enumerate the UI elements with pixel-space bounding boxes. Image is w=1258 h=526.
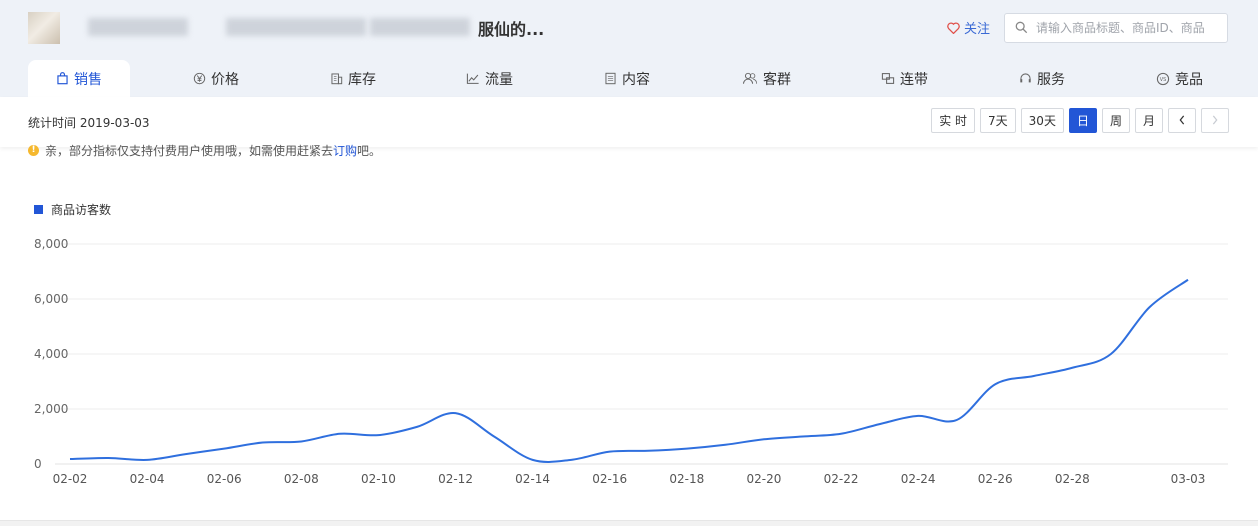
headset-icon xyxy=(1019,72,1032,85)
link-boxes-icon xyxy=(881,72,895,85)
time-toolbar: 统计时间 2019-03-03 实 时 7天 30天 日 周 月 xyxy=(0,97,1258,147)
next-date-button[interactable] xyxy=(1201,108,1229,133)
product-thumbnail[interactable] xyxy=(28,12,60,44)
tab-customers[interactable]: 客群 xyxy=(742,60,791,97)
30-day-button[interactable]: 30天 xyxy=(1020,108,1064,133)
prev-date-button[interactable] xyxy=(1168,108,1196,133)
tab-related[interactable]: 连带 xyxy=(881,60,928,97)
x-tick-label: 02-10 xyxy=(361,472,396,486)
tab-price[interactable]: 价格 xyxy=(193,60,239,97)
tab-competitors[interactable]: VS 竞品 xyxy=(1156,60,1203,97)
y-tick-label: 8,000 xyxy=(34,237,68,251)
x-tick-label: 02-20 xyxy=(746,472,781,486)
x-tick-label: 02-12 xyxy=(438,472,473,486)
blurred-title-segment xyxy=(370,18,470,36)
subscribe-link[interactable]: 订购 xyxy=(333,144,357,158)
line-chart-icon xyxy=(466,72,480,85)
x-tick-label: 02-06 xyxy=(207,472,242,486)
legend-label: 商品访客数 xyxy=(51,202,111,217)
notice-message: 亲，部分指标仅支持付费用户使用哦，如需使用赶紧去 xyxy=(45,143,334,158)
day-button[interactable]: 日 xyxy=(1068,108,1097,133)
legend-swatch xyxy=(34,205,43,214)
y-tick-label: 0 xyxy=(34,457,42,471)
tab-label: 库存 xyxy=(348,71,376,88)
follow-button[interactable]: 关注 xyxy=(947,18,990,37)
x-tick-label: 03-03 xyxy=(1171,472,1206,486)
tab-inventory[interactable]: 库存 xyxy=(330,60,376,97)
x-tick-label: 02-02 xyxy=(53,472,88,486)
tab-label: 连带 xyxy=(900,71,928,88)
x-tick-label: 02-24 xyxy=(901,472,936,486)
tab-bar: 销售 价格 库存 流量 内容 客群 连带 服务 VS 竞品 xyxy=(0,60,1258,97)
y-tick-label: 4,000 xyxy=(34,347,68,361)
x-tick-label: 02-08 xyxy=(284,472,319,486)
week-button[interactable]: 周 xyxy=(1101,108,1130,133)
tab-sales[interactable]: 销售 xyxy=(28,60,130,97)
heart-icon xyxy=(947,21,960,34)
svg-text:VS: VS xyxy=(1160,77,1166,83)
vs-icon: VS xyxy=(1156,72,1170,86)
warning-icon: ! xyxy=(28,144,39,156)
follow-label: 关注 xyxy=(964,22,991,37)
x-tick-label: 02-16 xyxy=(592,472,627,486)
users-icon xyxy=(742,72,758,85)
tab-service[interactable]: 服务 xyxy=(1019,60,1065,97)
chevron-right-icon xyxy=(1211,114,1219,128)
tab-label: 竞品 xyxy=(1175,71,1203,88)
blurred-title-segment xyxy=(226,18,366,36)
tab-content[interactable]: 内容 xyxy=(604,60,650,97)
visitor-line-chart: 商品访客数 0 2,000 4,000 6,000 8,000 02-02 02-04 02-0… xyxy=(34,202,1228,486)
tab-traffic[interactable]: 流量 xyxy=(466,60,513,97)
7-day-button[interactable]: 7天 xyxy=(980,108,1016,133)
x-tick-label: 02-22 xyxy=(824,472,859,486)
month-button[interactable]: 月 xyxy=(1134,108,1163,133)
chevron-left-icon xyxy=(1178,114,1186,128)
realtime-button[interactable]: 实 时 xyxy=(931,108,976,133)
x-tick-label: 02-26 xyxy=(978,472,1013,486)
building-icon xyxy=(330,72,343,85)
product-header: 服仙的... 关注 销售 价格 库存 xyxy=(0,0,1258,97)
tab-label: 流量 xyxy=(485,71,513,88)
blurred-title-segment xyxy=(88,18,188,36)
search-icon xyxy=(1015,19,1028,38)
product-title: 服仙的... xyxy=(478,20,545,39)
tab-label: 内容 xyxy=(622,71,650,88)
stat-time-label: 统计时间 2019-03-03 xyxy=(28,116,150,130)
search-input[interactable] xyxy=(1036,21,1216,35)
time-range-buttons: 实 时 7天 30天 日 周 月 xyxy=(931,108,1229,133)
tab-label: 客群 xyxy=(763,71,791,88)
page-bottom-divider xyxy=(0,520,1258,526)
x-tick-label: 02-14 xyxy=(515,472,550,486)
notice-suffix: 吧。 xyxy=(357,143,382,158)
series-line-visitors xyxy=(69,278,1189,463)
yen-icon xyxy=(193,72,206,85)
search-box[interactable] xyxy=(1004,13,1228,43)
y-tick-label: 6,000 xyxy=(34,292,68,306)
x-tick-label: 02-04 xyxy=(130,472,165,486)
tab-label: 价格 xyxy=(211,71,239,88)
tab-label: 服务 xyxy=(1037,71,1065,88)
document-icon xyxy=(604,72,617,85)
x-tick-label: 02-18 xyxy=(669,472,704,486)
notice-text: 亲，部分指标仅支持付费用户使用哦，如需使用赶紧去订购吧。 xyxy=(45,143,382,158)
tab-label: 销售 xyxy=(74,71,102,88)
paid-feature-notice: ! 亲，部分指标仅支持付费用户使用哦，如需使用赶紧去订购吧。 xyxy=(28,143,381,157)
shopping-bag-icon xyxy=(56,72,69,85)
y-tick-label: 2,000 xyxy=(34,402,68,416)
x-tick-label: 02-28 xyxy=(1055,472,1090,486)
